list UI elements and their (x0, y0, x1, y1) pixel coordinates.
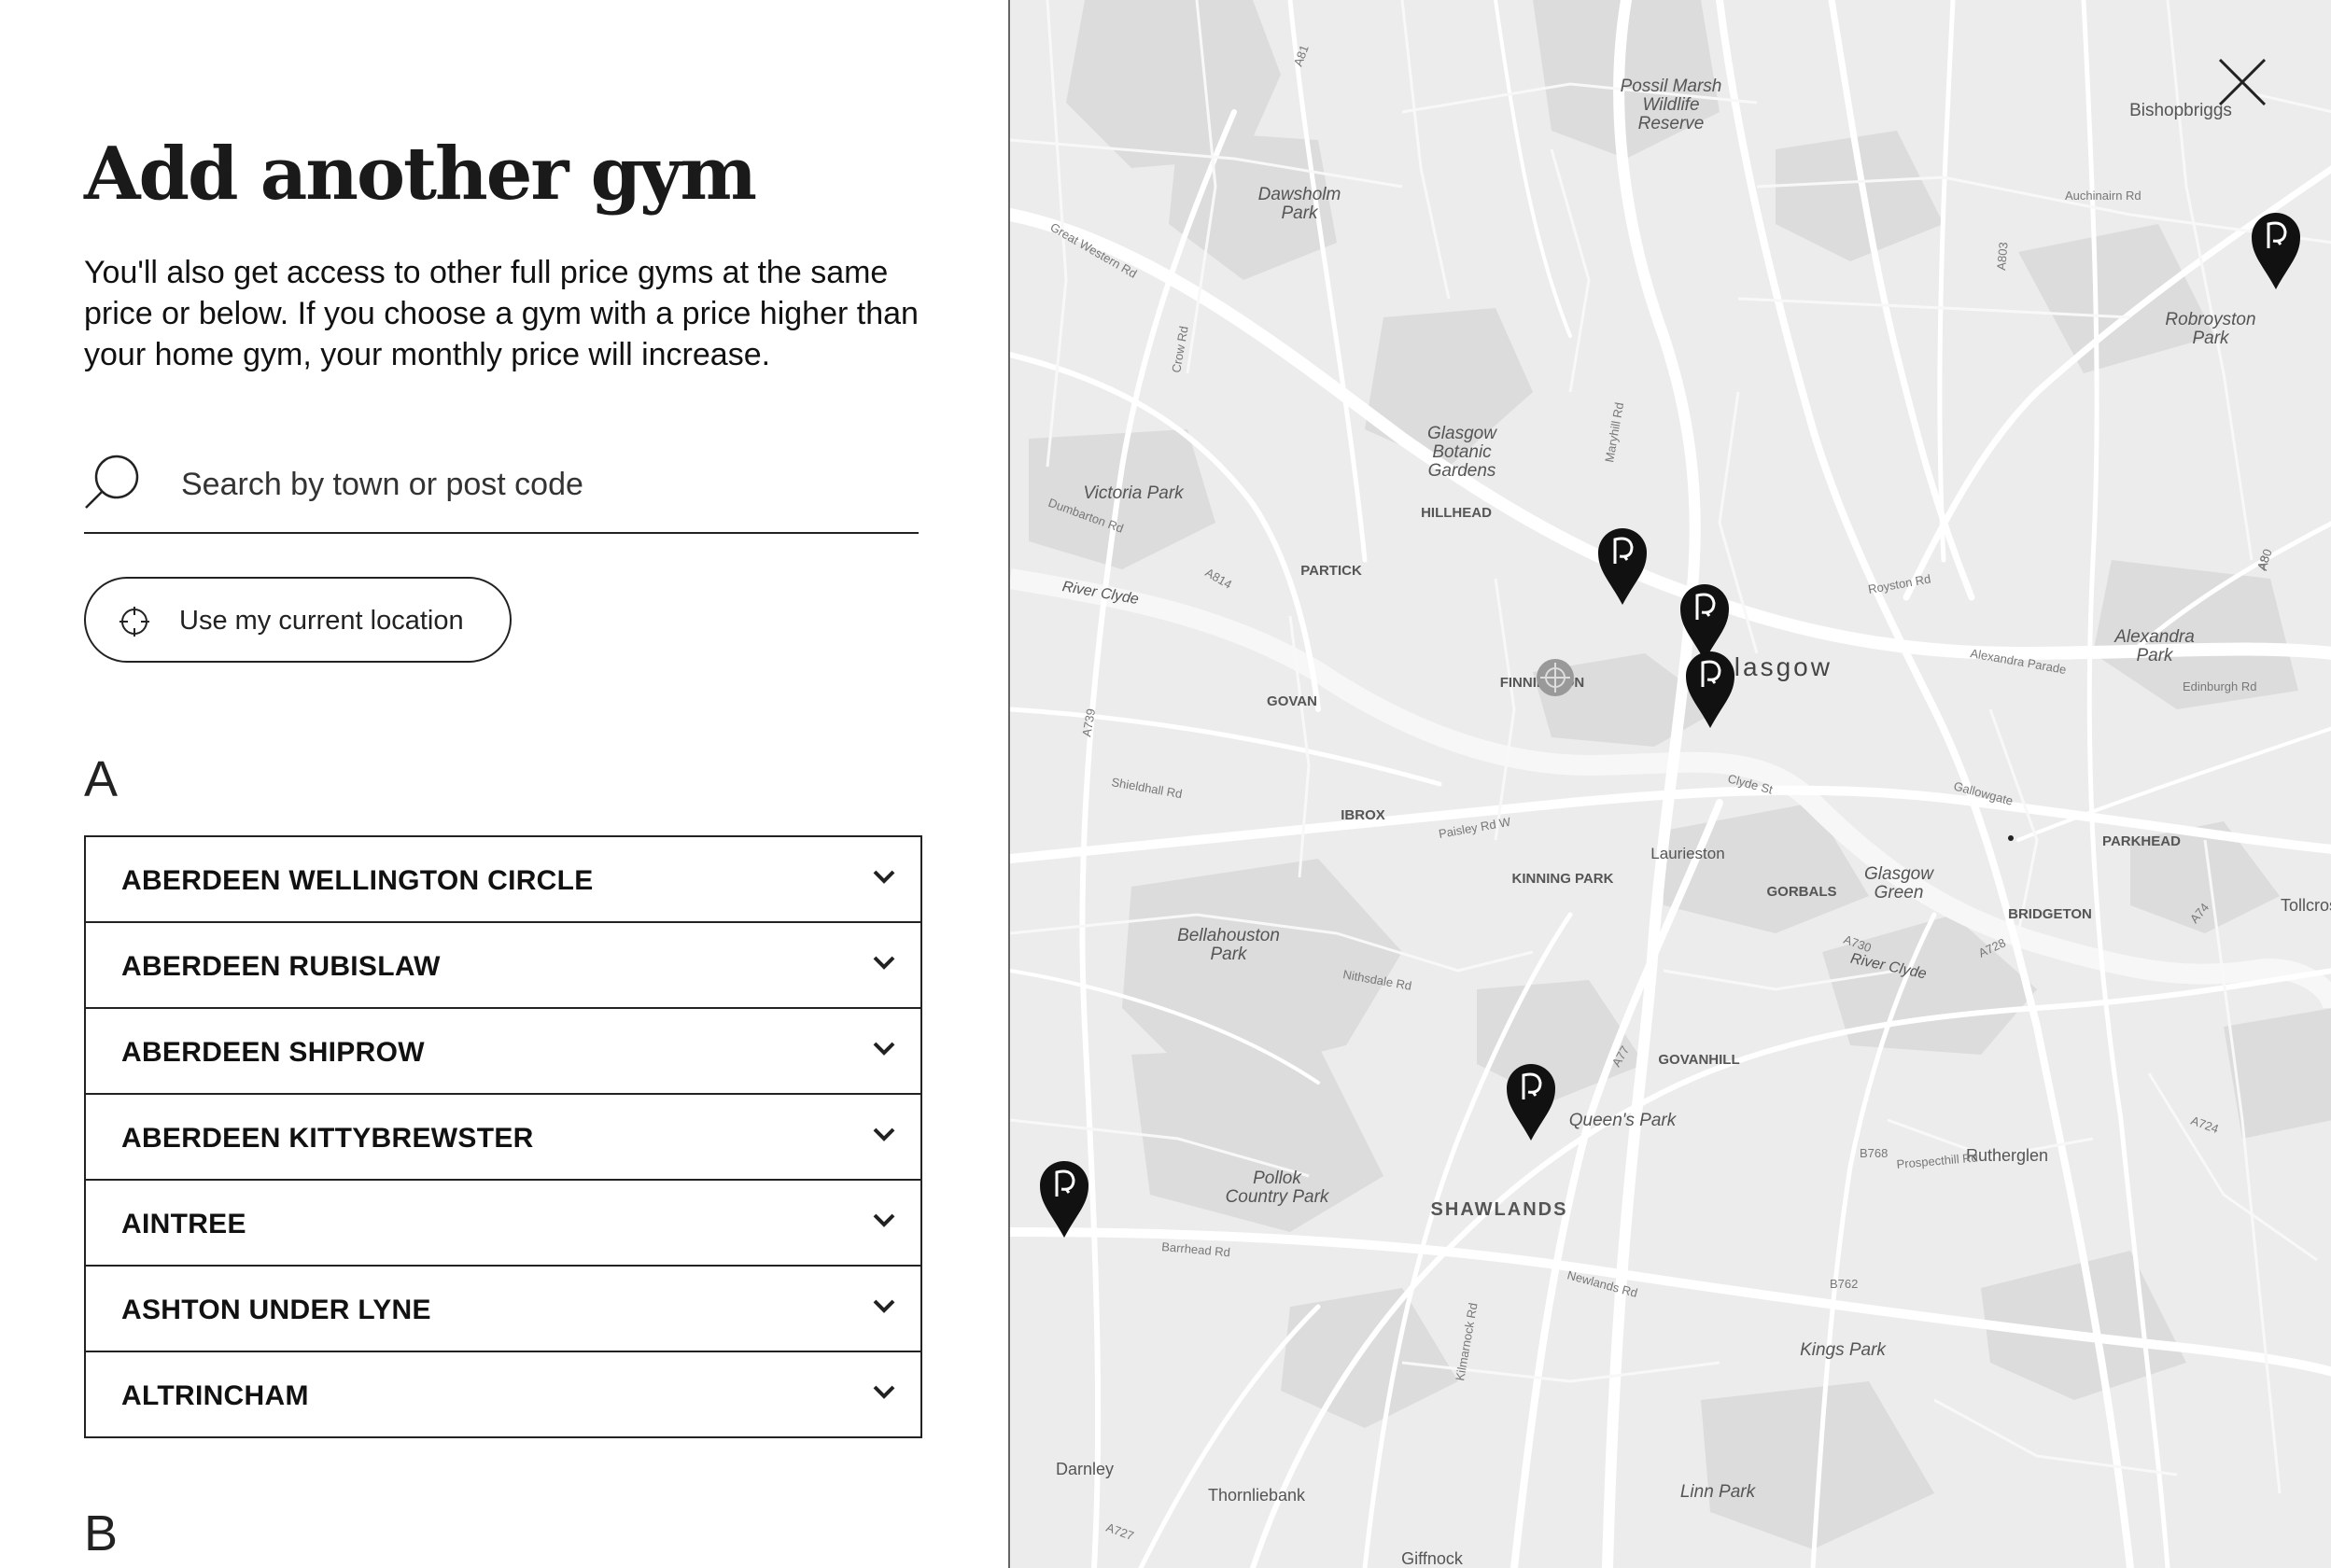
svg-text:Darnley: Darnley (1056, 1460, 1114, 1478)
chevron-down-icon (873, 1213, 895, 1227)
map-dot (2008, 835, 2014, 841)
search-field (84, 448, 919, 534)
gym-list: ABERDEEN WELLINGTON CIRCLE ABERDEEN RUBI… (84, 835, 922, 1438)
svg-text:Country Park: Country Park (1226, 1187, 1330, 1207)
gym-row[interactable]: ABERDEEN SHIPROW (84, 1007, 922, 1095)
svg-text:Wildlife: Wildlife (1642, 95, 1699, 115)
svg-text:PARKHEAD: PARKHEAD (2102, 833, 2181, 849)
gym-name: ABERDEEN KITTYBREWSTER (121, 1123, 534, 1154)
chevron-down-icon (873, 1299, 895, 1313)
svg-text:Bellahouston: Bellahouston (1177, 926, 1280, 945)
svg-text:GOVANHILL: GOVANHILL (1658, 1052, 1739, 1068)
svg-text:B768: B768 (1860, 1146, 1888, 1160)
section-letter-a: A (84, 751, 119, 807)
page-description: You'll also get access to other full pri… (84, 255, 919, 372)
svg-text:Victoria Park: Victoria Park (1083, 483, 1185, 503)
svg-text:B762: B762 (1830, 1277, 1858, 1291)
svg-text:Glasgow: Glasgow (1864, 864, 1934, 884)
gym-name: ABERDEEN WELLINGTON CIRCLE (121, 865, 594, 896)
svg-text:KINNING PARK: KINNING PARK (1512, 871, 1614, 887)
svg-text:Robroyston: Robroyston (2165, 310, 2255, 329)
svg-text:BRIDGETON: BRIDGETON (2008, 906, 2092, 922)
gym-row[interactable]: ALTRINCHAM (84, 1351, 922, 1438)
svg-text:Green: Green (1875, 883, 1924, 903)
map-panel[interactable]: Possil Marsh Wildlife Reserve Bishopbrig… (1008, 0, 2331, 1568)
svg-text:Alexandra: Alexandra (2113, 627, 2195, 647)
svg-text:Edinburgh Rd: Edinburgh Rd (2183, 679, 2257, 693)
svg-text:GOVAN: GOVAN (1267, 693, 1317, 709)
svg-text:Laurieston: Laurieston (1650, 845, 1724, 862)
crosshair-icon (119, 607, 149, 637)
gym-name: ALTRINCHAM (121, 1380, 309, 1411)
chevron-down-icon (873, 870, 895, 884)
svg-text:Kings Park: Kings Park (1800, 1340, 1887, 1360)
svg-text:Park: Park (2136, 646, 2174, 665)
gym-row[interactable]: ABERDEEN KITTYBREWSTER (84, 1093, 922, 1181)
svg-text:Park: Park (1210, 945, 1248, 964)
gym-name: ABERDEEN RUBISLAW (121, 951, 441, 982)
gym-row[interactable]: ABERDEEN RUBISLAW (84, 921, 922, 1009)
chevron-down-icon (873, 1385, 895, 1399)
close-icon[interactable] (2214, 54, 2270, 110)
svg-text:Dawsholm: Dawsholm (1258, 185, 1341, 204)
gym-name: ASHTON UNDER LYNE (121, 1295, 431, 1325)
chevron-down-icon (873, 1127, 895, 1141)
section-letter-b: B (84, 1505, 119, 1561)
svg-text:Rutherglen: Rutherglen (1966, 1146, 2048, 1165)
chevron-down-icon (873, 1042, 895, 1056)
add-gym-panel: Add another gym You'll also get access t… (0, 0, 1008, 1568)
gym-row[interactable]: AINTREE (84, 1179, 922, 1267)
svg-text:HILLHEAD: HILLHEAD (1421, 505, 1492, 521)
svg-text:A803: A803 (1994, 242, 2011, 272)
svg-text:Gardens: Gardens (1428, 461, 1496, 481)
map-canvas[interactable]: Possil Marsh Wildlife Reserve Bishopbrig… (1010, 0, 2331, 1568)
gym-row[interactable]: ABERDEEN WELLINGTON CIRCLE (84, 835, 922, 923)
svg-text:Tollcross: Tollcross (2281, 896, 2331, 915)
svg-text:Reserve: Reserve (1638, 114, 1705, 133)
use-location-label: Use my current location (179, 606, 464, 636)
svg-text:Pollok: Pollok (1253, 1169, 1302, 1188)
svg-text:GORBALS: GORBALS (1767, 884, 1837, 900)
gym-name: AINTREE (121, 1209, 246, 1239)
svg-text:Botanic: Botanic (1432, 442, 1492, 462)
use-location-button[interactable]: Use my current location (84, 577, 512, 663)
svg-text:Queen's Park: Queen's Park (1569, 1111, 1678, 1130)
svg-text:Thornliebank: Thornliebank (1208, 1486, 1306, 1505)
svg-text:IBROX: IBROX (1341, 807, 1385, 823)
svg-text:Park: Park (2192, 329, 2230, 348)
svg-text:Linn Park: Linn Park (1680, 1482, 1757, 1502)
page-title: Add another gym (84, 132, 757, 217)
gym-row[interactable]: ASHTON UNDER LYNE (84, 1265, 922, 1352)
svg-text:PARTICK: PARTICK (1300, 563, 1362, 579)
chevron-down-icon (873, 956, 895, 970)
search-input[interactable] (179, 463, 892, 506)
svg-text:Giffnock: Giffnock (1401, 1549, 1464, 1568)
svg-text:SHAWLANDS: SHAWLANDS (1431, 1199, 1568, 1220)
svg-text:Glasgow: Glasgow (1427, 424, 1497, 443)
svg-text:Auchinairn Rd: Auchinairn Rd (2065, 189, 2141, 203)
search-icon (85, 455, 139, 509)
current-location-marker (1537, 659, 1574, 696)
gym-name: ABERDEEN SHIPROW (121, 1037, 425, 1068)
svg-text:Park: Park (1281, 203, 1319, 223)
svg-text:Possil Marsh: Possil Marsh (1621, 77, 1722, 96)
